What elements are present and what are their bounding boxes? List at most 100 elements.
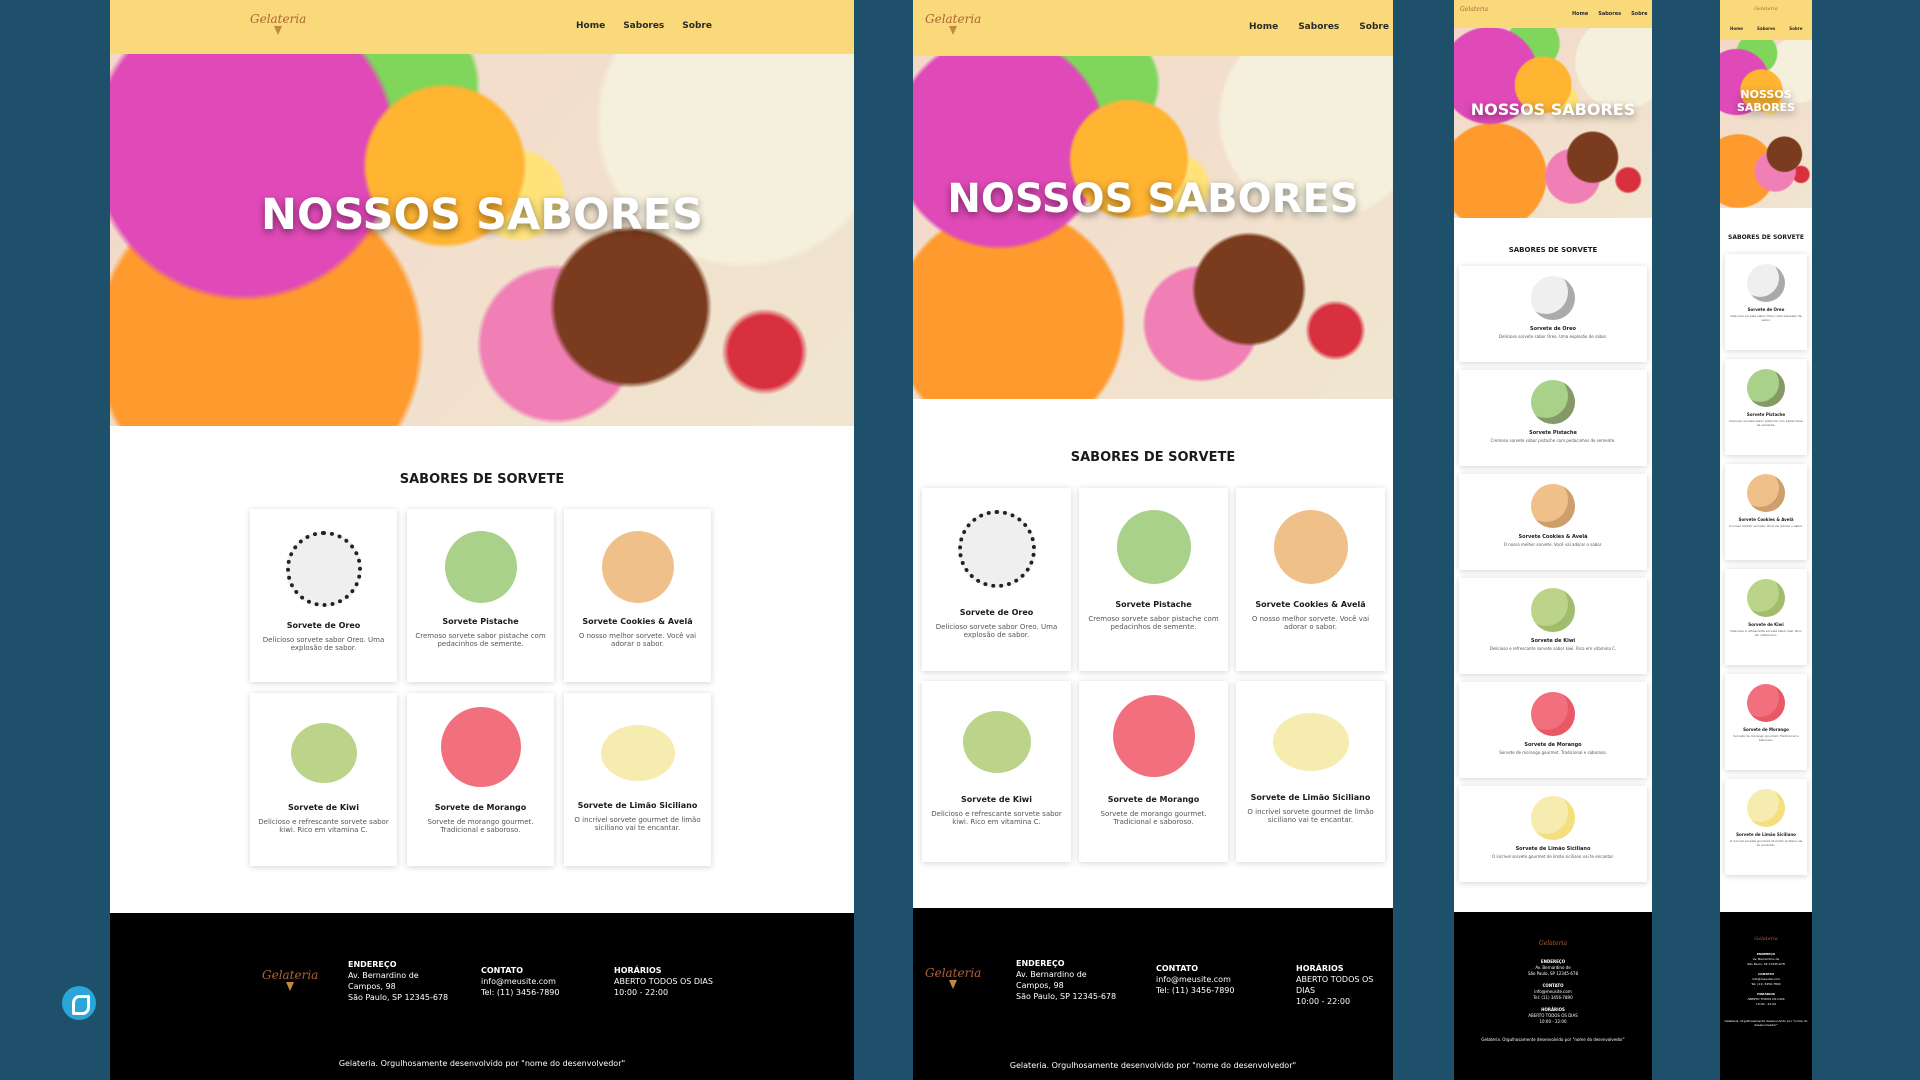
flavor-card[interactable]: Sorvete de Oreo Delicioso sorvete sabor O… xyxy=(1459,266,1647,362)
hours-line: ABERTO TODOS OS DIAS xyxy=(1296,975,1374,995)
logo-text: Gelateria xyxy=(1460,6,1489,13)
logo-text: Gelateria xyxy=(925,12,982,26)
nav-sabores[interactable]: Sabores xyxy=(623,21,664,31)
flavor-card[interactable]: Sorvete de Morango Sorvete de morango gou… xyxy=(1459,682,1647,778)
flavor-name: Sorvete de Oreo xyxy=(286,621,361,630)
nav-home[interactable]: Home xyxy=(576,21,605,31)
flavor-card[interactable]: Sorvete de Limão Siciliano O incrível sor… xyxy=(1459,786,1647,882)
flavor-name: Sorvete de Kiwi xyxy=(961,795,1032,804)
flavor-name: Sorvete Cookies & Avelã xyxy=(582,617,693,626)
flavor-name: Sorvete de Limão Siciliano xyxy=(577,801,698,810)
flavor-desc: O incrível sorvete gourmet de limão sici… xyxy=(1247,808,1374,824)
flavor-desc: Delicioso e refrescante sorvete sabor ki… xyxy=(931,810,1062,826)
footer-logo[interactable]: Gelateria xyxy=(1454,940,1652,947)
flavor-card[interactable]: Sorvete de Kiwi Delicioso e refrescante … xyxy=(250,693,397,866)
oreo-icecream-icon xyxy=(285,531,362,607)
flavor-desc: O nosso melhor sorvete. Você vai adorar … xyxy=(1251,615,1370,631)
footer-logo[interactable]: Gelateria xyxy=(262,968,318,991)
morango-icecream-icon xyxy=(1112,695,1195,777)
flavor-name: Sorvete de Kiwi xyxy=(1530,638,1576,644)
flavor-desc: Delicioso sorvete sabor Oreo. Uma explos… xyxy=(1498,334,1608,339)
nav-sobre[interactable]: Sobre xyxy=(1631,11,1647,17)
flavor-desc: O incrível sorvete gourmet de limão sici… xyxy=(1491,854,1615,859)
cookies-avela-icecream-icon xyxy=(1273,510,1348,584)
flavor-card[interactable]: Sorvete Cookies & Avelã O nosso melhor so… xyxy=(1459,474,1647,570)
nav-sobre[interactable]: Sobre xyxy=(1789,26,1802,31)
flavor-card[interactable]: Sorvete de Limão Siciliano O incrível so… xyxy=(1236,681,1385,862)
section-title: SABORES DE SORVETE xyxy=(1070,450,1236,465)
flavor-desc: Delicioso e refrescante sorvete sabor ki… xyxy=(1730,629,1802,637)
flavor-card[interactable]: Sorvete de Oreo Delicioso sorvete sabor O… xyxy=(1725,254,1807,350)
flavor-card[interactable]: Sorvete de Morango Sorvete de morango go… xyxy=(1079,681,1228,862)
flavor-name: Sorvete de Limão Siciliano xyxy=(1250,793,1371,802)
nav-sabores[interactable]: Sabores xyxy=(1757,26,1775,31)
nav-home[interactable]: Home xyxy=(1572,11,1588,17)
flavor-name: Sorvete de Morango xyxy=(434,803,527,812)
site-logo[interactable]: Gelateria xyxy=(925,12,981,35)
flavor-card[interactable]: Sorvete de Morango Sorvete de morango go… xyxy=(407,693,554,866)
icecream-scoop-icon xyxy=(1747,789,1785,827)
icecream-scoop-icon xyxy=(1747,264,1785,302)
flavor-name: Sorvete de Limão Siciliano xyxy=(1736,832,1796,837)
flavor-card[interactable]: Sorvete Pistache Cremoso sorvete sabor pi… xyxy=(1725,359,1807,455)
hero-title: NOSSOS SABORES xyxy=(1736,88,1796,114)
site-footer: Gelateria ENDEREÇO Av. Bernardino de São… xyxy=(1720,912,1812,1080)
site-footer: Gelateria ENDEREÇO Av. Bernardino de Cam… xyxy=(913,908,1393,1080)
flavor-card[interactable]: Sorvete Cookies & Avelã O nosso melhor s… xyxy=(1236,488,1385,671)
nav-home[interactable]: Home xyxy=(1249,22,1278,32)
flavor-desc: Cremoso sorvete sabor pistache com pedac… xyxy=(1490,438,1616,443)
nav-sabores[interactable]: Sabores xyxy=(1298,22,1339,32)
flavor-name: Sorvete de Limão Siciliano xyxy=(1515,846,1591,852)
cone-icon xyxy=(949,26,958,35)
flavor-name: Sorvete de Kiwi xyxy=(288,803,359,812)
site-logo[interactable]: Gelateria xyxy=(250,12,306,35)
flavor-card[interactable]: Sorvete de Limão Siciliano O incrível so… xyxy=(564,693,711,866)
flavor-name: Sorvete Pistache xyxy=(1746,412,1786,417)
flavor-card[interactable]: Sorvete de Kiwi Delicioso e refrescante s… xyxy=(1725,569,1807,665)
flavor-card[interactable]: Sorvete Cookies & Avelã O nosso melhor so… xyxy=(1725,464,1807,560)
nav-home[interactable]: Home xyxy=(1730,26,1743,31)
address-line: São Paulo, SP 12345-678 xyxy=(1527,971,1579,976)
hours-line: 10:00 - 22:00 xyxy=(614,988,669,997)
contact-email[interactable]: info@meusite.com xyxy=(481,976,559,987)
flavor-desc: O incrível sorvete gourmet de limão sici… xyxy=(574,816,701,832)
footer-logo[interactable]: Gelateria xyxy=(1720,936,1812,942)
flavor-card[interactable]: Sorvete de Limão Siciliano O incrível sor… xyxy=(1725,779,1807,875)
nav-sabores[interactable]: Sabores xyxy=(1598,11,1621,17)
flavor-name: Sorvete Pistache xyxy=(442,617,519,626)
site-logo[interactable]: Gelateria xyxy=(1460,6,1488,13)
flavor-card[interactable]: Sorvete Pistache Cremoso sorvete sabor pi… xyxy=(1459,370,1647,466)
site-logo[interactable]: Gelateria xyxy=(1720,0,1812,12)
flavor-desc: O nosso melhor sorvete. Você vai adorar … xyxy=(578,632,697,648)
mobile-preview: Gelateria Home Sabores Sobre NOSSOS SABO… xyxy=(1720,0,1812,1080)
icecream-scoop-icon xyxy=(1531,588,1575,632)
flavor-card[interactable]: Sorvete Pistache Cremoso sorvete sabor p… xyxy=(1079,488,1228,671)
hours-line: 10:00 - 22:00 xyxy=(1755,1002,1777,1006)
flavor-desc: Sorvete de morango gourmet. Tradicional … xyxy=(1100,810,1207,826)
contact-email[interactable]: info@meusite.com xyxy=(1156,974,1234,985)
address-line: Av. Bernardino de xyxy=(348,971,419,980)
flavor-card[interactable]: Sorvete de Oreo Delicioso sorvete sabor … xyxy=(250,509,397,682)
footer-copyright: Gelateria. Orgulhosamente desenvolvido p… xyxy=(1009,1061,1297,1070)
brand-badge-icon xyxy=(62,986,96,1020)
contact-phone: Tel: (11) 3456-7890 xyxy=(1751,982,1781,986)
nav-sobre[interactable]: Sobre xyxy=(682,21,712,31)
flavor-desc: Sorvete de morango gourmet. Tradicional … xyxy=(427,818,534,834)
flavor-desc: Sorvete de morango gourmet. Tradicional … xyxy=(1499,750,1607,755)
hero-banner: NOSSOS SABORES xyxy=(1720,40,1812,208)
address-line: São Paulo, SP 12345-678 xyxy=(1016,992,1117,1001)
kiwi-icecream-icon xyxy=(290,723,357,783)
flavor-desc: Delicioso sorvete sabor Oreo. Uma explos… xyxy=(1730,314,1802,322)
flavor-card[interactable]: Sorvete de Kiwi Delicioso e refrescante s… xyxy=(1459,578,1647,674)
flavor-card[interactable]: Sorvete Cookies & Avelã O nosso melhor s… xyxy=(564,509,711,682)
flavor-card[interactable]: Sorvete de Morango Sorvete de morango gou… xyxy=(1725,674,1807,770)
flavor-card[interactable]: Sorvete de Kiwi Delicioso e refrescante … xyxy=(922,681,1071,862)
address-line: São Paulo, SP 12345-678 xyxy=(348,993,449,1002)
hero-title: NOSSOS SABORES xyxy=(260,190,704,240)
footer-logo[interactable]: Gelateria xyxy=(925,966,981,989)
flavor-card[interactable]: Sorvete Pistache Cremoso sorvete sabor p… xyxy=(407,509,554,682)
hours-title: HORÁRIOS xyxy=(614,966,662,975)
nav-sobre[interactable]: Sobre xyxy=(1359,22,1389,32)
flavor-name: Sorvete de Oreo xyxy=(959,608,1034,617)
flavor-card[interactable]: Sorvete de Oreo Delicioso sorvete sabor … xyxy=(922,488,1071,671)
